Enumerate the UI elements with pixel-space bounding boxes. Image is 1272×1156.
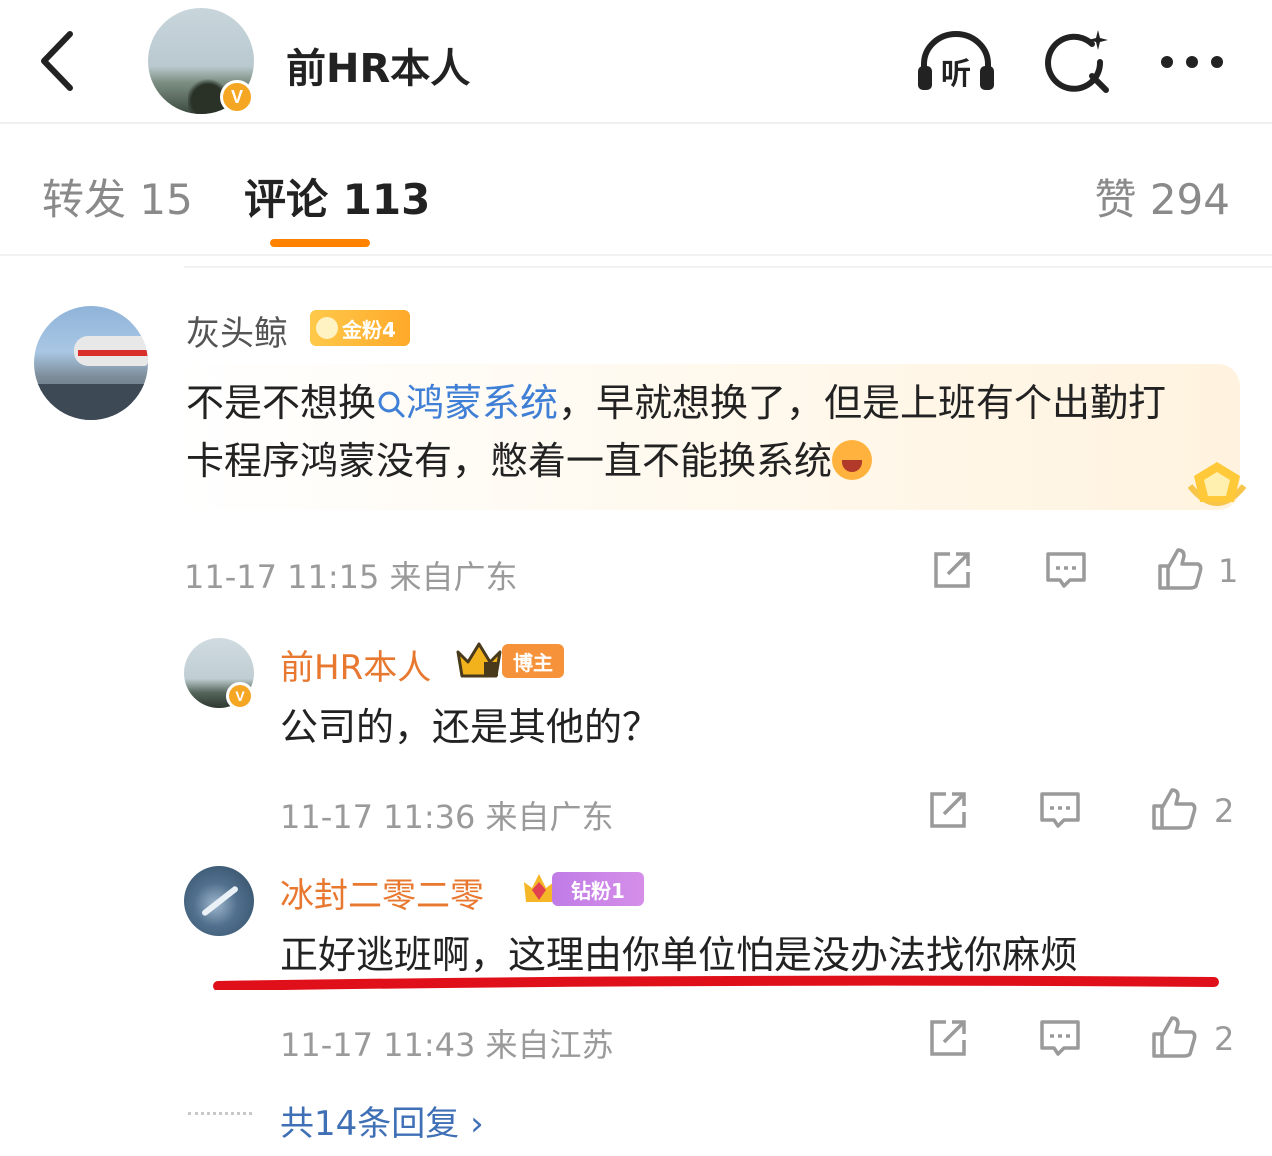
comment-meta: 11-17 11:36 来自广东 (280, 798, 614, 836)
like-count: 2 (1214, 792, 1235, 830)
tab-like[interactable]: 赞 294 (1094, 166, 1230, 227)
view-more-replies-link[interactable]: 共14条回复 › (280, 1096, 484, 1145)
tab-bar: 转发 15 评论 113 赞 294 (0, 126, 1272, 256)
comment-text: 不是不想换 鸿蒙系统，早就想换了，但是上班有个出勤打卡程序鸿蒙没有，憋着一直不能换… (186, 381, 1167, 483)
top-bar: V 前HR本人 听 (0, 0, 1272, 124)
crown-icon (456, 642, 502, 678)
listen-button[interactable]: 听 (914, 26, 998, 98)
search-icon (378, 391, 405, 418)
more-button[interactable] (1150, 26, 1234, 98)
back-button[interactable] (28, 26, 88, 96)
verified-badge: V (226, 682, 254, 710)
tab-comment[interactable]: 评论 113 (244, 166, 430, 227)
search-icon (1045, 30, 1109, 93)
topic-link[interactable]: 鸿蒙系统 (376, 381, 558, 425)
medal-icon (1187, 462, 1247, 506)
like-icon[interactable] (1156, 546, 1204, 592)
search-button[interactable] (1036, 26, 1120, 98)
dotted-separator (188, 1112, 252, 1116)
page-title: 前HR本人 (286, 46, 471, 92)
listen-icon: 听 (918, 31, 994, 92)
commenter-name[interactable]: 冰封二零二零 (280, 868, 484, 917)
fan-level-icon (316, 317, 338, 339)
commenter-name[interactable]: 前HR本人 (280, 640, 431, 689)
comment-meta: 11-17 11:43 来自江苏 (280, 1026, 614, 1064)
tab-repost[interactable]: 转发 15 (42, 166, 193, 227)
like-icon[interactable] (1150, 1014, 1198, 1060)
commenter-name[interactable]: 灰头鲸 (186, 306, 288, 355)
comment-meta: 11-17 11:15 来自广东 (184, 558, 518, 596)
avatar[interactable] (34, 306, 148, 420)
comment-icon[interactable] (1044, 548, 1088, 592)
verified-badge: V (220, 80, 254, 114)
avatar[interactable] (184, 866, 254, 936)
comment-icon[interactable] (1038, 788, 1082, 832)
divider (184, 266, 1272, 268)
red-underline-annotation (213, 975, 1219, 990)
svg-text:听: 听 (941, 57, 971, 92)
like-icon[interactable] (1150, 786, 1198, 832)
back-icon (41, 31, 73, 91)
like-count: 1 (1218, 552, 1239, 590)
share-icon[interactable] (926, 1016, 970, 1060)
share-icon[interactable] (930, 548, 974, 592)
share-icon[interactable] (926, 788, 970, 832)
fan-badge: 钻粉1 (518, 868, 644, 906)
blogger-badge: 博主 (454, 640, 564, 678)
fan-badge: 金粉4 (310, 310, 410, 346)
active-tab-indicator (270, 239, 370, 247)
comment-text: 公司的，还是其他的？ (280, 705, 661, 749)
comment-icon[interactable] (1038, 1016, 1082, 1060)
like-count: 2 (1214, 1020, 1235, 1058)
crying-emoji-icon (832, 440, 873, 480)
more-icon (1161, 56, 1223, 68)
